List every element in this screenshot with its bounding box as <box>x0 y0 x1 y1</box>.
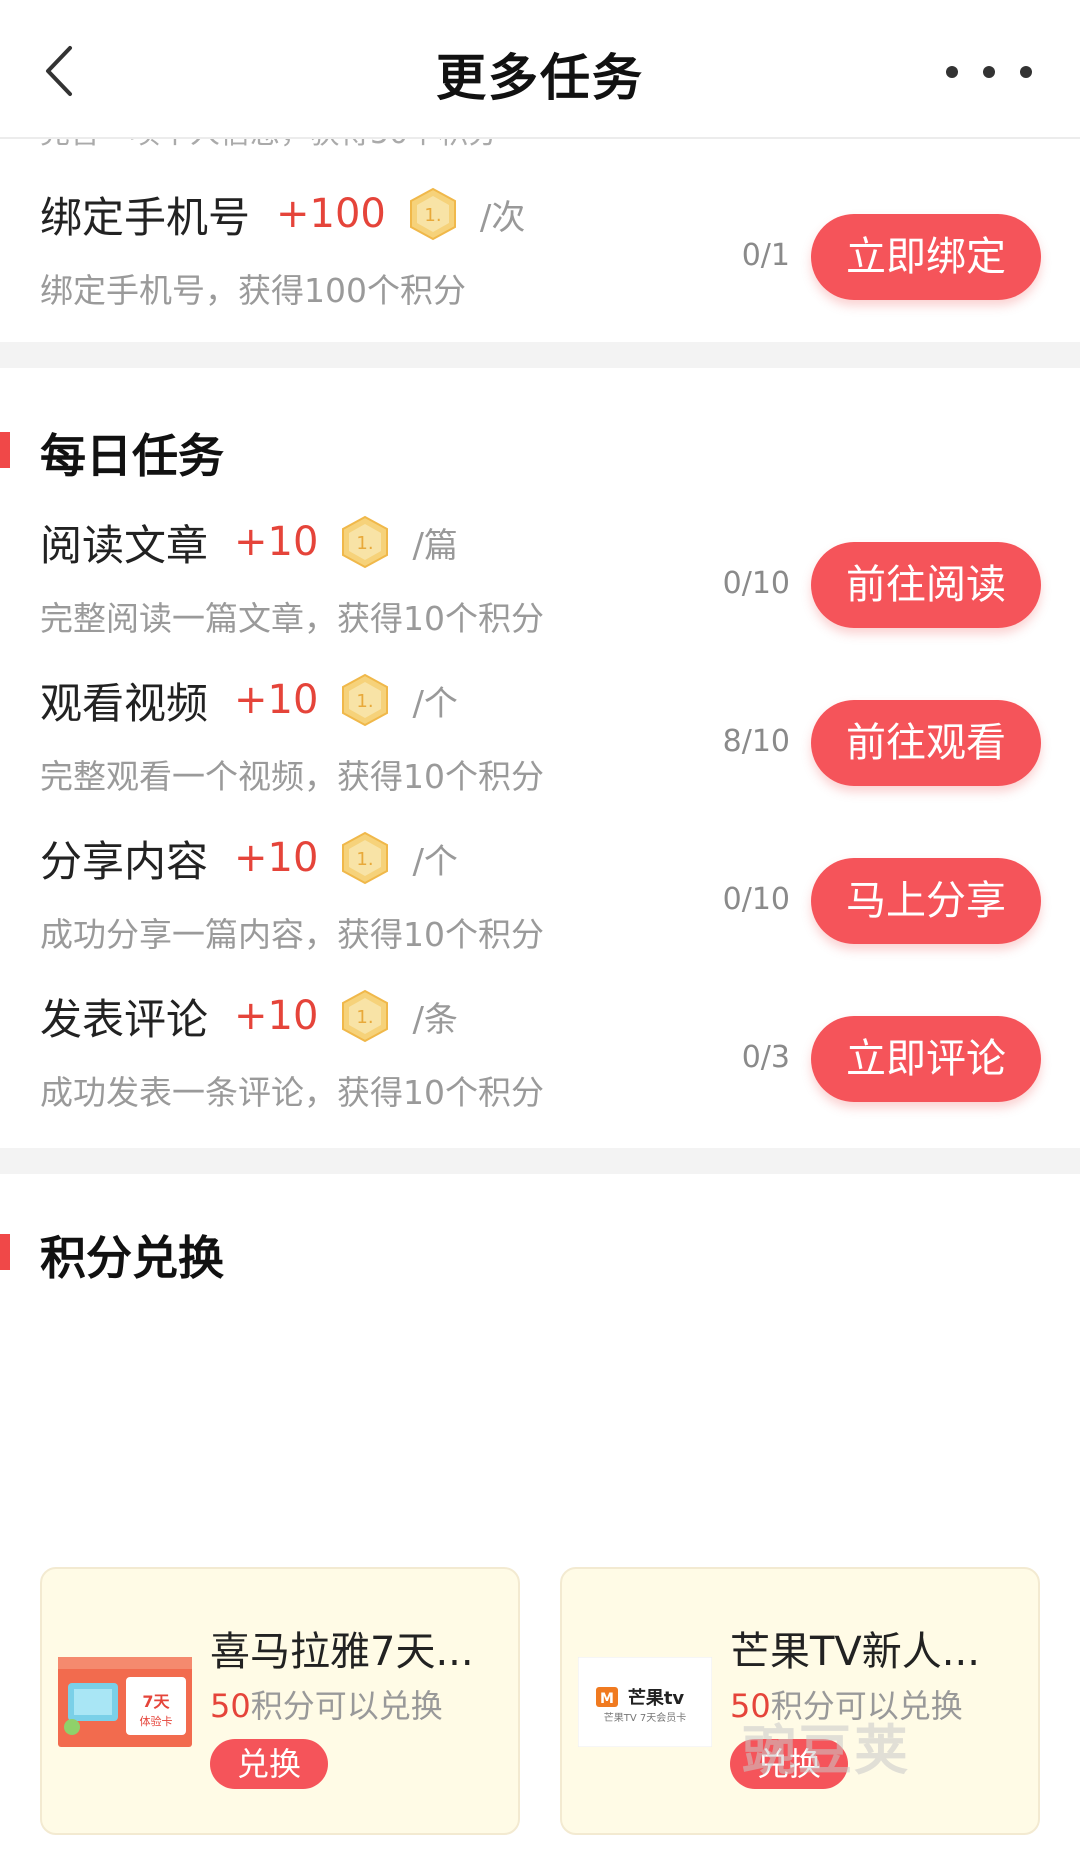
task-name: 发表评论 <box>40 994 209 1044</box>
svg-text:1.: 1. <box>357 1007 374 1028</box>
svg-text:7天: 7天 <box>142 1692 170 1711</box>
task-unit: /条 <box>412 999 458 1040</box>
bind-now-button[interactable]: 立即绑定 <box>811 214 1041 300</box>
task-unit: /篇 <box>412 525 458 566</box>
task-desc: 绑定手机号，获得100个积分 <box>40 271 466 310</box>
points-coin-icon: 1. <box>342 515 389 569</box>
ximalaya-vip-card-thumbnail: 7天 体验卡 <box>58 1657 192 1747</box>
exchange-item-desc: 50积分可以兑换 <box>210 1681 443 1727</box>
points-coin-icon: 1. <box>342 831 389 885</box>
page-title: 更多任务 <box>436 49 644 107</box>
mangotv-logo-thumbnail: M 芒果tv 芒果TV 7天会员卡 <box>578 1657 712 1747</box>
task-unit: /个 <box>412 841 458 882</box>
task-progress-count: 0/10 <box>722 566 790 601</box>
task-unit: /个 <box>412 683 458 724</box>
task-name: 分享内容 <box>40 836 209 886</box>
task-desc: 完整观看一个视频，获得10个积分 <box>40 757 544 796</box>
task-points: +100 <box>276 191 386 237</box>
go-watch-button[interactable]: 前往观看 <box>811 700 1041 786</box>
points-coin-icon: 1. <box>409 187 456 241</box>
more-options-icon[interactable] <box>946 66 1032 82</box>
task-row-share: 分享内容 +10 1. /个 成功分享一篇内容，获得10个积分 0/10 马上分… <box>0 828 1080 968</box>
comment-now-button[interactable]: 立即评论 <box>811 1016 1041 1102</box>
task-unit: /次 <box>479 197 526 238</box>
task-points: +10 <box>234 519 319 565</box>
task-row-comment: 发表评论 +10 1. /条 成功发表一条评论，获得10个积分 0/3 立即评论 <box>0 986 1080 1126</box>
section-divider <box>0 1148 1080 1174</box>
section-divider <box>0 342 1080 368</box>
svg-text:1.: 1. <box>357 691 374 712</box>
section-title: 每日任务 <box>40 429 224 483</box>
watermark-text: 豌豆荚 <box>742 1719 910 1782</box>
task-row-read: 阅读文章 +10 1. /篇 完整阅读一篇文章，获得10个积分 0/10 前往阅… <box>0 512 1080 652</box>
task-points: +10 <box>234 835 319 881</box>
points-coin-icon: 1. <box>342 989 389 1043</box>
task-desc: 完整阅读一篇文章，获得10个积分 <box>40 599 544 638</box>
task-row-watch: 观看视频 +10 1. /个 完整观看一个视频，获得10个积分 8/10 前往观… <box>0 670 1080 810</box>
section-accent-bar <box>0 1234 10 1270</box>
points-coin-icon: 1. <box>342 673 389 727</box>
exchange-desc-text: 积分可以兑换 <box>250 1687 443 1725</box>
svg-text:芒果TV 7天会员卡: 芒果TV 7天会员卡 <box>604 1711 687 1724</box>
task-progress-count: 0/10 <box>722 882 790 917</box>
task-points: +10 <box>234 993 319 1039</box>
svg-text:体验卡: 体验卡 <box>140 1714 173 1728</box>
task-points: +10 <box>234 677 319 723</box>
svg-text:1.: 1. <box>357 533 374 554</box>
task-desc: 成功发表一条评论，获得10个积分 <box>40 1073 544 1112</box>
top-nav-bar: 更多任务 <box>0 0 1080 139</box>
exchange-button[interactable]: 兑换 <box>210 1739 328 1789</box>
exchange-points: 50 <box>210 1687 251 1725</box>
section-header-daily: 每日任务 <box>0 420 600 483</box>
task-name: 阅读文章 <box>40 520 209 570</box>
exchange-card-ximalaya[interactable]: 7天 体验卡 喜马拉雅7天... 50积分可以兑换 兑换 <box>40 1567 520 1835</box>
task-name: 观看视频 <box>40 678 209 728</box>
go-read-button[interactable]: 前往阅读 <box>811 542 1041 628</box>
svg-text:1.: 1. <box>357 849 374 870</box>
svg-text:芒果tv: 芒果tv <box>628 1687 685 1709</box>
exchange-card-mangotv[interactable]: M 芒果tv 芒果TV 7天会员卡 芒果TV新人... 50积分可以兑换 兑换 <box>560 1567 1040 1835</box>
section-accent-bar <box>0 432 10 468</box>
svg-text:M: M <box>600 1691 614 1707</box>
section-header-exchange: 积分兑换 <box>0 1222 600 1285</box>
task-name: 绑定手机号 <box>40 192 251 242</box>
task-progress-count: 0/3 <box>741 1040 790 1075</box>
share-now-button[interactable]: 马上分享 <box>811 858 1041 944</box>
task-row-bind-phone: 绑定手机号 +100 1. /次 绑定手机号，获得100个积分 0/1 立即绑定 <box>0 184 1080 324</box>
section-title: 积分兑换 <box>40 1231 224 1285</box>
task-desc: 成功分享一篇内容，获得10个积分 <box>40 915 544 954</box>
task-progress-count: 0/1 <box>741 238 790 273</box>
task-progress-count: 8/10 <box>722 724 790 759</box>
exchange-item-title: 喜马拉雅7天... <box>210 1629 474 1675</box>
svg-text:1.: 1. <box>424 205 441 226</box>
exchange-item-title: 芒果TV新人... <box>730 1629 980 1675</box>
